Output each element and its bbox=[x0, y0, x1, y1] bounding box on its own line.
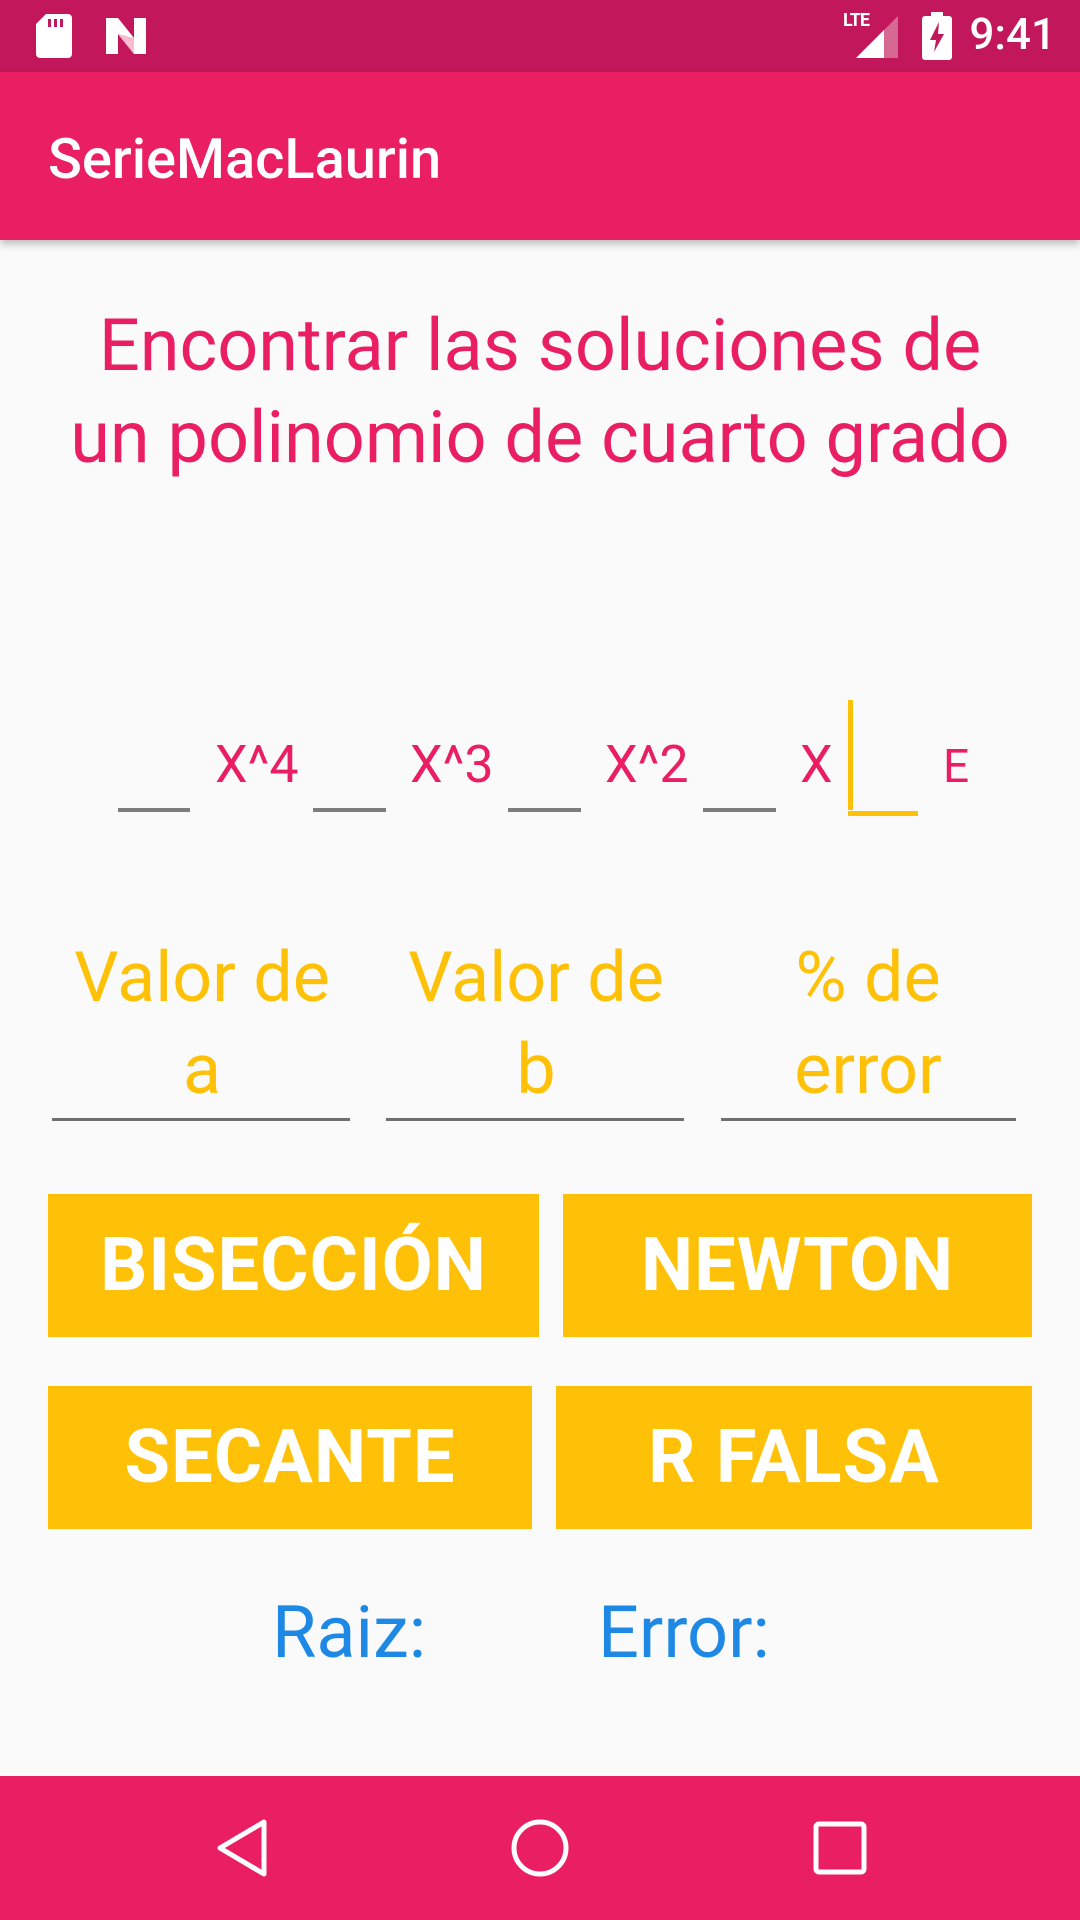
text-cursor bbox=[848, 700, 853, 810]
navigation-bar bbox=[0, 1776, 1080, 1920]
value-b-underline bbox=[386, 1118, 684, 1121]
term-x-label: X bbox=[800, 734, 833, 795]
coef-x-input[interactable] bbox=[703, 808, 776, 812]
root-label: Raiz: bbox=[272, 1590, 427, 1675]
app-bar: SerieMacLaurin bbox=[0, 72, 1080, 240]
battery-charging-icon bbox=[922, 12, 952, 60]
page-heading: Encontrar las soluciones de un polinomio… bbox=[70, 303, 1010, 480]
coef-x2-input[interactable] bbox=[508, 808, 581, 812]
value-b-input[interactable]: Valor de b bbox=[386, 932, 686, 1116]
status-clock: 9:41 bbox=[969, 8, 1056, 60]
recents-icon[interactable] bbox=[808, 1816, 872, 1880]
value-a-underline bbox=[52, 1118, 350, 1121]
error-percent-input[interactable]: % de error bbox=[720, 932, 1016, 1116]
term-x2-label: X^2 bbox=[605, 734, 689, 795]
term-x3-label: X^3 bbox=[410, 734, 494, 795]
status-bar: LTE 9:41 bbox=[0, 0, 1080, 72]
coef-x4-input[interactable] bbox=[118, 808, 190, 812]
back-icon[interactable] bbox=[210, 1816, 274, 1880]
term-e-label: E bbox=[943, 740, 970, 794]
app-title: SerieMacLaurin bbox=[48, 126, 442, 192]
secante-button[interactable]: SECANTE bbox=[48, 1386, 532, 1529]
lte-signal-icon bbox=[856, 16, 898, 58]
n-logo-icon bbox=[106, 18, 146, 54]
sd-card-icon bbox=[36, 14, 72, 58]
r-falsa-button[interactable]: R FALSA bbox=[556, 1386, 1032, 1529]
newton-button[interactable]: NEWTON bbox=[563, 1194, 1032, 1337]
coef-constant-input[interactable] bbox=[848, 811, 918, 816]
coef-x3-input[interactable] bbox=[313, 808, 386, 812]
home-icon[interactable] bbox=[508, 1816, 572, 1880]
value-a-input[interactable]: Valor de a bbox=[52, 932, 352, 1116]
error-label: Error: bbox=[598, 1590, 770, 1675]
biseccion-button[interactable]: BISECCIÓN bbox=[48, 1194, 539, 1337]
term-x4-label: X^4 bbox=[215, 734, 299, 795]
error-percent-underline bbox=[721, 1118, 1016, 1121]
